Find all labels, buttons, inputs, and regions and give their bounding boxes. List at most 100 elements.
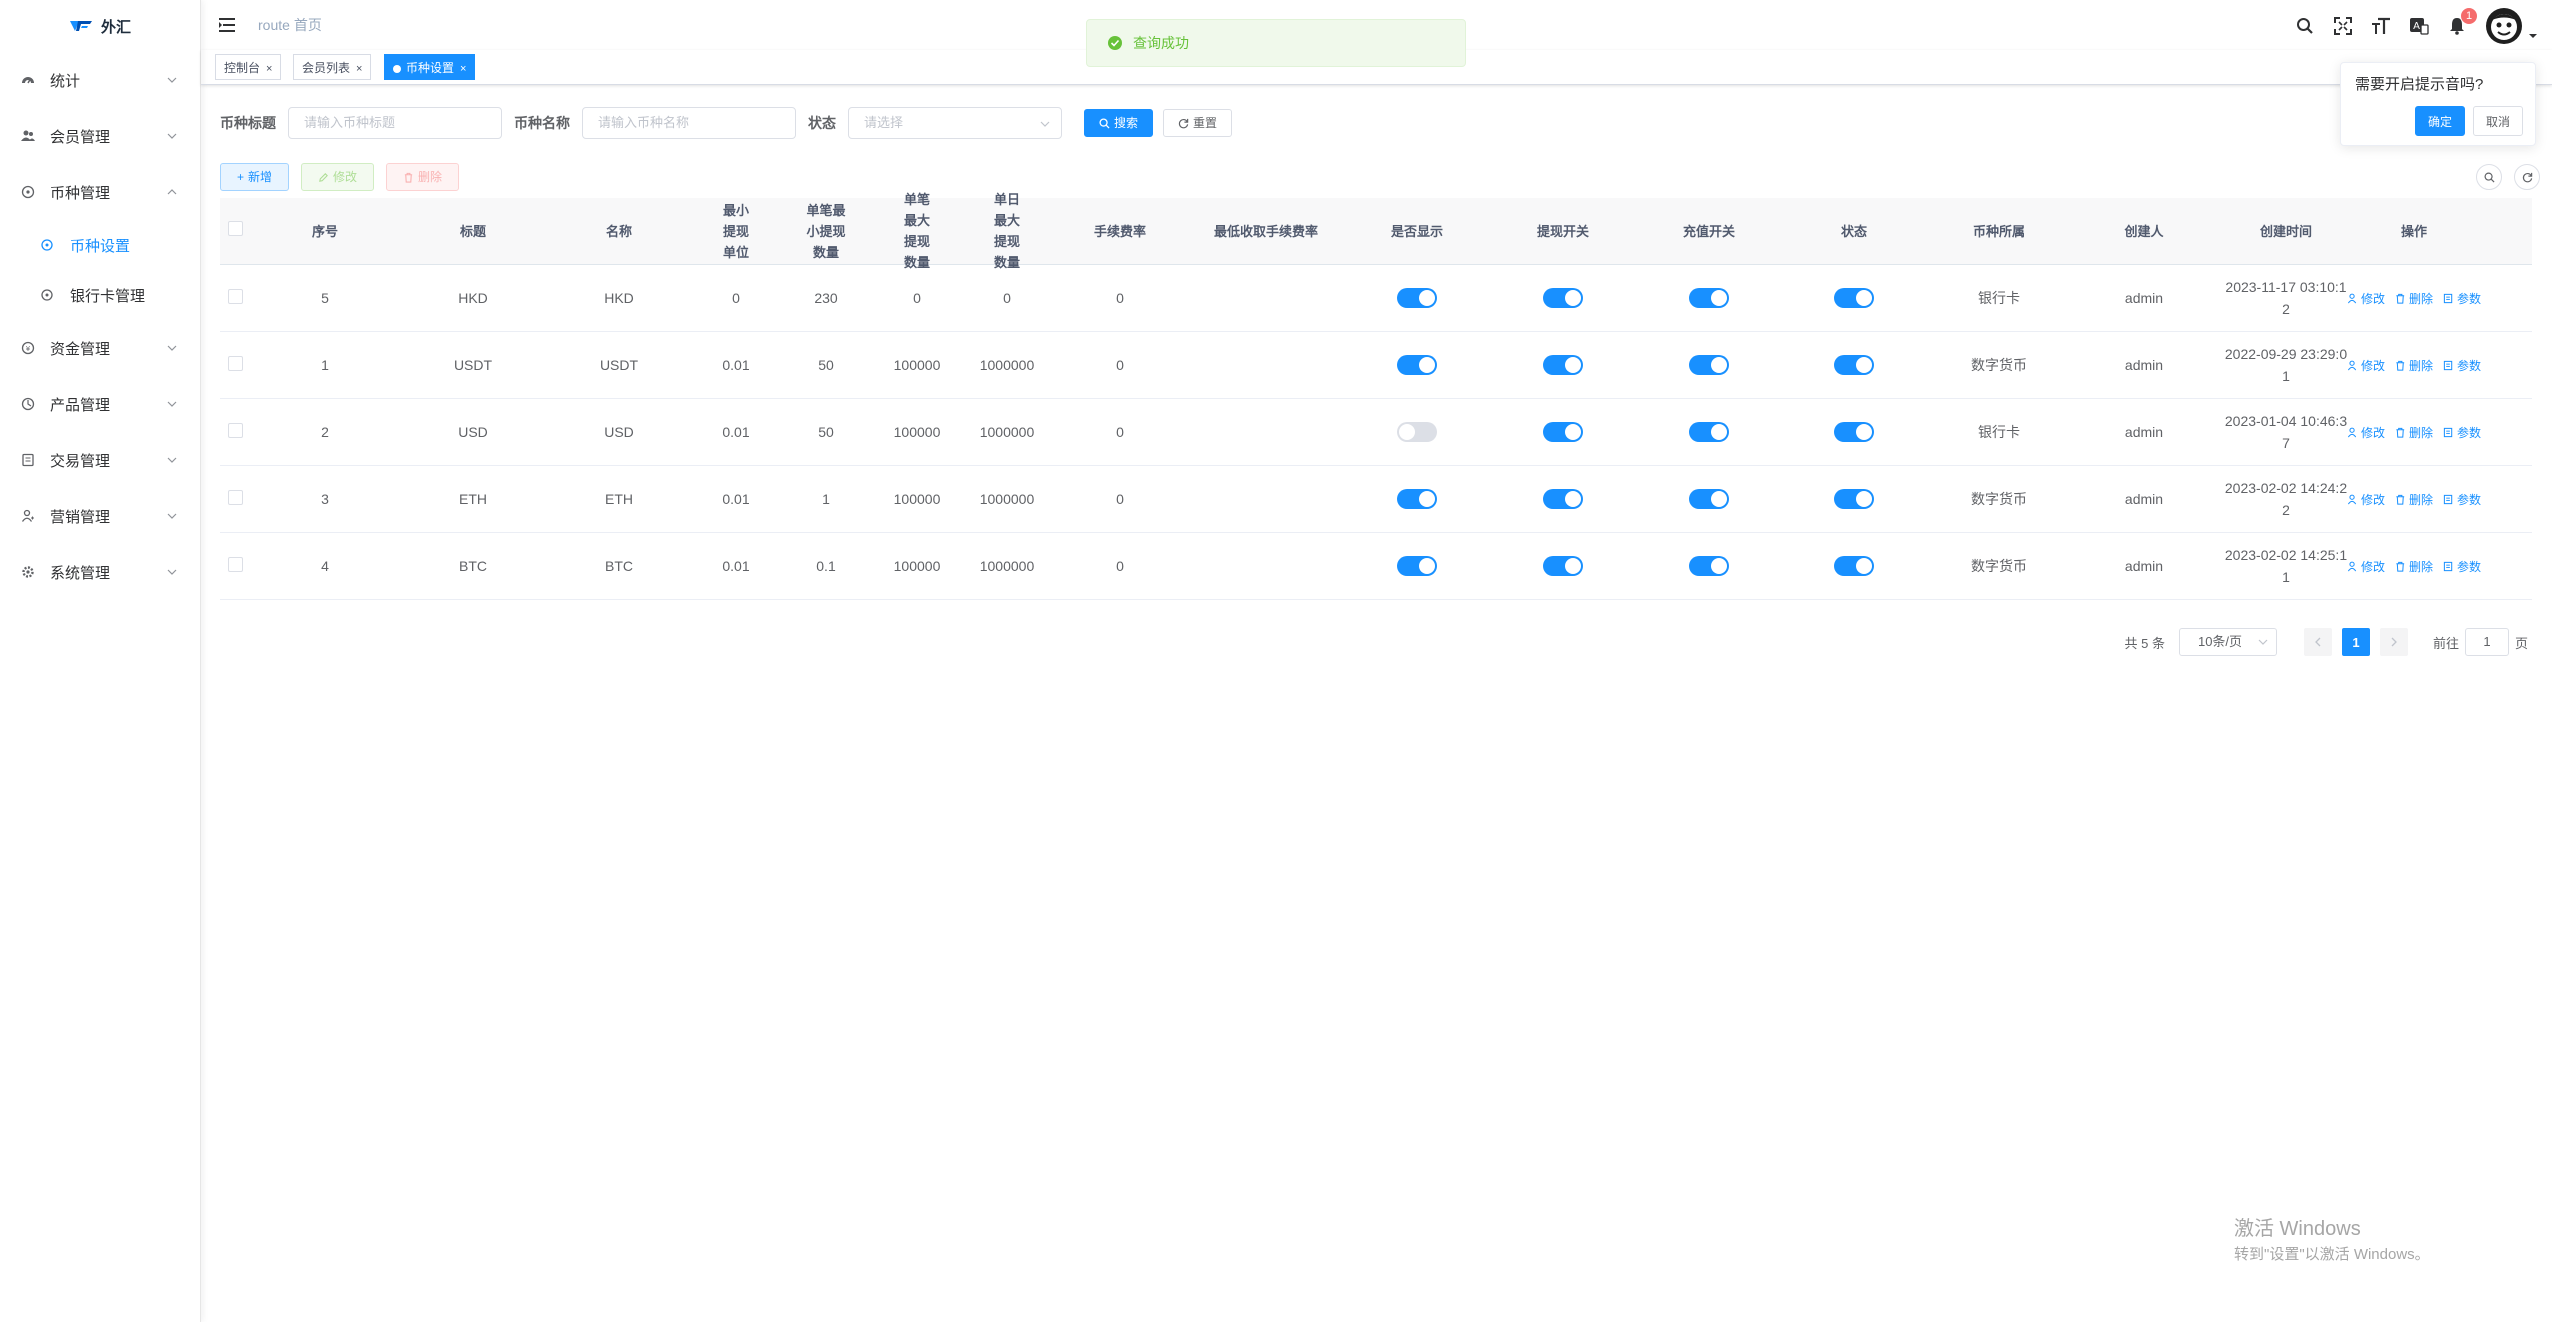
sidebar-item-stats[interactable]: 统计 [0, 52, 200, 108]
row-edit-button[interactable]: 修改 [2347, 491, 2385, 508]
bell-icon[interactable]: 1 [2446, 7, 2478, 37]
tag-currency-settings[interactable]: 币种设置 × [384, 54, 476, 80]
cancel-button[interactable]: 取消 [2472, 106, 2523, 136]
logo[interactable]: 外汇 [0, 0, 200, 52]
toggle-search-icon[interactable] [2476, 164, 2502, 190]
page-number-button[interactable]: 1 [2341, 628, 2370, 656]
row-delete-button[interactable]: 删除 [2395, 424, 2433, 441]
cell-ops: 修改 删除 参数 [2347, 357, 2481, 374]
caret-down-icon[interactable] [2528, 31, 2538, 41]
sidebar-item-bank-cards[interactable]: 银行卡管理 [0, 270, 200, 320]
status-select[interactable]: 请选择 [848, 107, 1062, 139]
search-icon[interactable] [2294, 15, 2316, 37]
row-delete-button[interactable]: 删除 [2395, 290, 2433, 307]
row-delete-button[interactable]: 删除 [2395, 357, 2433, 374]
page-jumper: 前往 1 页 [2433, 628, 2528, 656]
created-time: 2023-01-04 10:46:3 7 [2220, 410, 2352, 454]
tag-member-list[interactable]: 会员列表 × [293, 54, 372, 80]
sidebar-item-label: 银行卡管理 [70, 287, 146, 305]
withdraw-toggle[interactable] [1543, 422, 1583, 442]
next-page-button[interactable] [2379, 628, 2408, 656]
page-size-select[interactable]: 10条/页 [2178, 628, 2277, 656]
row-edit-button[interactable]: 修改 [2347, 290, 2385, 307]
created-time-line2: 1 [2282, 569, 2290, 585]
reset-button[interactable]: 重置 [1163, 109, 1233, 137]
sidebar-item-label: 营销管理 [50, 508, 111, 526]
confirm-button[interactable]: 确定 [2414, 106, 2465, 136]
status-toggle[interactable] [1834, 556, 1874, 576]
row-checkbox[interactable] [227, 289, 243, 304]
sidebar-item-trades[interactable]: 交易管理 [0, 432, 200, 488]
currency-title-input[interactable]: 请输入币种标题 [288, 107, 502, 139]
sound-prompt-popover: 需要开启提示音吗? 确定 取消 [2340, 62, 2536, 146]
row-checkbox[interactable] [227, 356, 243, 371]
cell-creator: admin [2072, 357, 2216, 373]
goto-page-input[interactable]: 1 [2464, 628, 2509, 656]
row-checkbox[interactable] [227, 490, 243, 505]
row-edit-button[interactable]: 修改 [2347, 357, 2385, 374]
close-icon[interactable]: × [356, 63, 362, 75]
show-toggle[interactable] [1397, 288, 1437, 308]
status-toggle[interactable] [1834, 288, 1874, 308]
row-params-button[interactable]: 参数 [2443, 558, 2481, 575]
search-button[interactable]: 搜索 [1084, 109, 1154, 137]
close-icon[interactable]: × [266, 63, 272, 75]
deposit-toggle[interactable] [1689, 288, 1729, 308]
withdraw-toggle[interactable] [1543, 355, 1583, 375]
row-params-button[interactable]: 参数 [2443, 290, 2481, 307]
goto-suffix: 页 [2514, 635, 2528, 651]
font-size-icon[interactable] [2370, 15, 2392, 37]
status-toggle[interactable] [1834, 355, 1874, 375]
row-params-button[interactable]: 参数 [2443, 357, 2481, 374]
cell-value: 银行卡 [1978, 424, 2020, 440]
row-delete-button[interactable]: 删除 [2395, 558, 2433, 575]
deposit-toggle[interactable] [1689, 355, 1729, 375]
sidebar-item-members[interactable]: 会员管理 [0, 108, 200, 164]
sidebar-item-marketing[interactable]: 营销管理 [0, 488, 200, 544]
deposit-toggle[interactable] [1689, 556, 1729, 576]
show-toggle[interactable] [1397, 489, 1437, 509]
sidebar-item-system[interactable]: 系统管理 [0, 544, 200, 600]
breadcrumb-item[interactable]: 首页 [294, 17, 322, 33]
withdraw-toggle[interactable] [1543, 556, 1583, 576]
row-params-button[interactable]: 参数 [2443, 491, 2481, 508]
row-edit-button[interactable]: 修改 [2347, 558, 2385, 575]
cell-value: 3 [321, 491, 329, 507]
withdraw-toggle[interactable] [1543, 288, 1583, 308]
row-params-button[interactable]: 参数 [2443, 424, 2481, 441]
close-icon[interactable]: × [460, 63, 466, 75]
refresh-icon[interactable] [2514, 164, 2540, 190]
sidebar-item-currency-settings[interactable]: 币种设置 [0, 220, 200, 270]
sidebar-item-products[interactable]: 产品管理 [0, 376, 200, 432]
prev-page-button[interactable] [2303, 628, 2332, 656]
hamburger-icon[interactable] [217, 15, 237, 35]
row-checkbox[interactable] [227, 423, 243, 438]
sidebar-item-currency[interactable]: 币种管理 [0, 164, 200, 220]
column-header-label: 手续费率 [1093, 223, 1146, 239]
cell-value: admin [2124, 424, 2164, 440]
status-toggle[interactable] [1834, 422, 1874, 442]
currency-name-input[interactable]: 请输入币种名称 [582, 107, 796, 139]
row-delete-button[interactable]: 删除 [2395, 491, 2433, 508]
show-toggle[interactable] [1397, 355, 1437, 375]
deposit-toggle[interactable] [1689, 422, 1729, 442]
show-toggle[interactable] [1397, 556, 1437, 576]
cell-max_amount: 100000 [872, 491, 962, 507]
status-toggle[interactable] [1834, 489, 1874, 509]
edit-button[interactable]: 修改 [301, 163, 375, 191]
row-actions: 修改 删除 参数 [2347, 491, 2481, 508]
avatar[interactable] [2484, 6, 2524, 46]
deposit-toggle[interactable] [1689, 489, 1729, 509]
show-toggle[interactable] [1397, 422, 1437, 442]
add-button[interactable]: + 新增 [220, 163, 290, 191]
select-all-checkbox[interactable] [227, 220, 243, 236]
translate-icon[interactable]: A [2408, 15, 2430, 37]
row-edit-button[interactable]: 修改 [2347, 424, 2385, 441]
row-delete-label: 删除 [2409, 492, 2434, 507]
row-checkbox[interactable] [227, 557, 243, 572]
delete-button[interactable]: 删除 [386, 163, 460, 191]
fullscreen-icon[interactable] [2332, 15, 2354, 37]
withdraw-toggle[interactable] [1543, 489, 1583, 509]
sidebar-item-funds[interactable]: ¥ 资金管理 [0, 320, 200, 376]
tag-console[interactable]: 控制台 × [215, 54, 282, 80]
